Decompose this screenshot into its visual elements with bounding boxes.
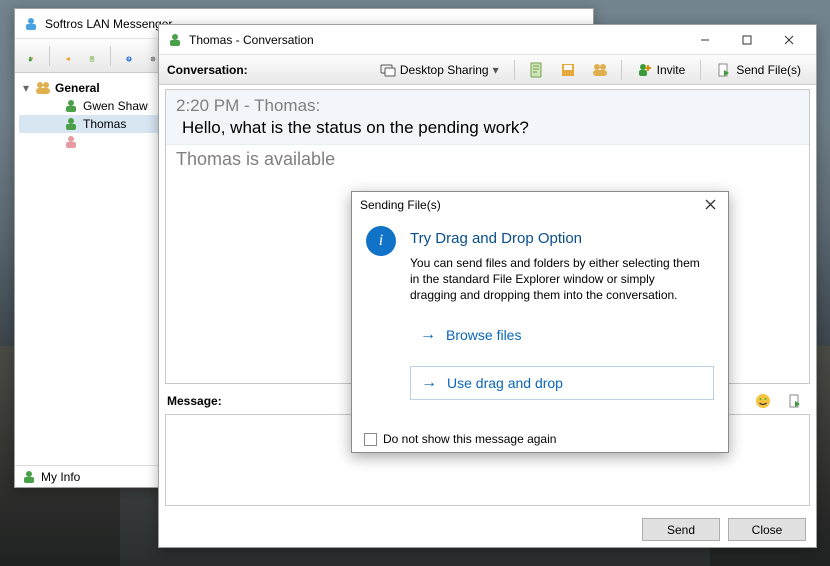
drag-drop-label: Use drag and drop (447, 375, 563, 391)
message-header: 2:20 PM - Thomas: (166, 90, 809, 116)
notes-icon (528, 62, 544, 78)
do-not-show-checkbox[interactable] (364, 433, 377, 446)
separator (110, 46, 111, 66)
screen-share-icon (380, 62, 396, 78)
emoji-button[interactable] (750, 390, 776, 412)
save-icon (560, 62, 576, 78)
do-not-show-label: Do not show this message again (383, 432, 556, 446)
close-button-label: Close (752, 523, 783, 537)
save-button[interactable] (555, 59, 581, 81)
broadcast-icon[interactable] (60, 48, 76, 64)
dialog-body-text: You can send files and folders by either… (410, 255, 700, 304)
tree-user-label: Gwen Shaw (83, 99, 148, 113)
conversation-window: Thomas - Conversation Conversation: Desk… (158, 24, 817, 548)
my-info-icon[interactable] (21, 469, 37, 485)
conversation-titlebar[interactable]: Thomas - Conversation (159, 25, 816, 55)
arrow-right-icon: → (421, 375, 437, 391)
add-user-icon (637, 62, 653, 78)
tree-user-label: Thomas (83, 117, 126, 131)
presence-status: Thomas is available (166, 145, 809, 174)
user-online-icon (63, 98, 79, 114)
browse-files-label: Browse files (446, 327, 521, 343)
send-files-label: Send File(s) (736, 63, 801, 77)
user-online-icon (63, 116, 79, 132)
separator (700, 60, 701, 80)
app-icon (23, 16, 39, 32)
dialog-title: Sending File(s) (360, 198, 441, 212)
add-user-icon[interactable] (23, 48, 39, 64)
message-body: Hello, what is the status on the pending… (166, 116, 809, 145)
dialog-heading: Try Drag and Drop Option (410, 230, 700, 247)
chevron-down-icon: ▾ (493, 63, 499, 77)
info-icon: i (366, 226, 396, 256)
separator (49, 46, 50, 66)
close-icon (705, 199, 716, 210)
group-chat-button[interactable] (587, 59, 613, 81)
group-icon (592, 62, 608, 78)
desktop-sharing-button[interactable]: Desktop Sharing ▾ (373, 59, 506, 81)
conversation-toolbar: Conversation: Desktop Sharing ▾ Invite S… (159, 55, 816, 85)
user-online-icon (167, 32, 183, 48)
send-button[interactable]: Send (642, 518, 720, 541)
browse-files-option[interactable]: → Browse files (410, 318, 714, 352)
tree-group-label: General (55, 81, 100, 95)
compose-label: Message: (167, 394, 222, 408)
separator (621, 60, 622, 80)
help-icon[interactable]: ? (121, 48, 137, 64)
group-icon (35, 80, 51, 96)
drag-drop-option[interactable]: → Use drag and drop (410, 366, 714, 400)
dialog-footer: Do not show this message again (352, 426, 728, 452)
notes-icon[interactable] (84, 48, 100, 64)
my-info-label[interactable]: My Info (41, 470, 80, 484)
send-button-label: Send (667, 523, 695, 537)
minimize-button[interactable] (684, 26, 726, 54)
conversation-window-title: Thomas - Conversation (189, 33, 678, 47)
close-conversation-button[interactable]: Close (728, 518, 806, 541)
dialog-titlebar[interactable]: Sending File(s) (352, 192, 728, 218)
attach-file-button[interactable] (782, 390, 808, 412)
smiley-icon (755, 393, 771, 409)
conversation-footer: Send Close (159, 512, 816, 547)
desktop-sharing-label: Desktop Sharing (400, 63, 489, 77)
user-away-icon (63, 134, 79, 150)
dialog-close-button[interactable] (701, 197, 720, 213)
send-file-icon (716, 62, 732, 78)
caret-down-icon[interactable]: ▾ (21, 81, 31, 95)
separator (514, 60, 515, 80)
close-button[interactable] (768, 26, 810, 54)
maximize-button[interactable] (726, 26, 768, 54)
history-button[interactable] (523, 59, 549, 81)
invite-button[interactable]: Invite (630, 59, 693, 81)
conversation-section-label: Conversation: (167, 63, 248, 77)
invite-label: Invite (657, 63, 686, 77)
sending-files-dialog: Sending File(s) i Try Drag and Drop Opti… (351, 191, 729, 453)
arrow-right-icon: → (420, 327, 436, 343)
send-file-icon (787, 393, 803, 409)
send-files-button[interactable]: Send File(s) (709, 59, 808, 81)
